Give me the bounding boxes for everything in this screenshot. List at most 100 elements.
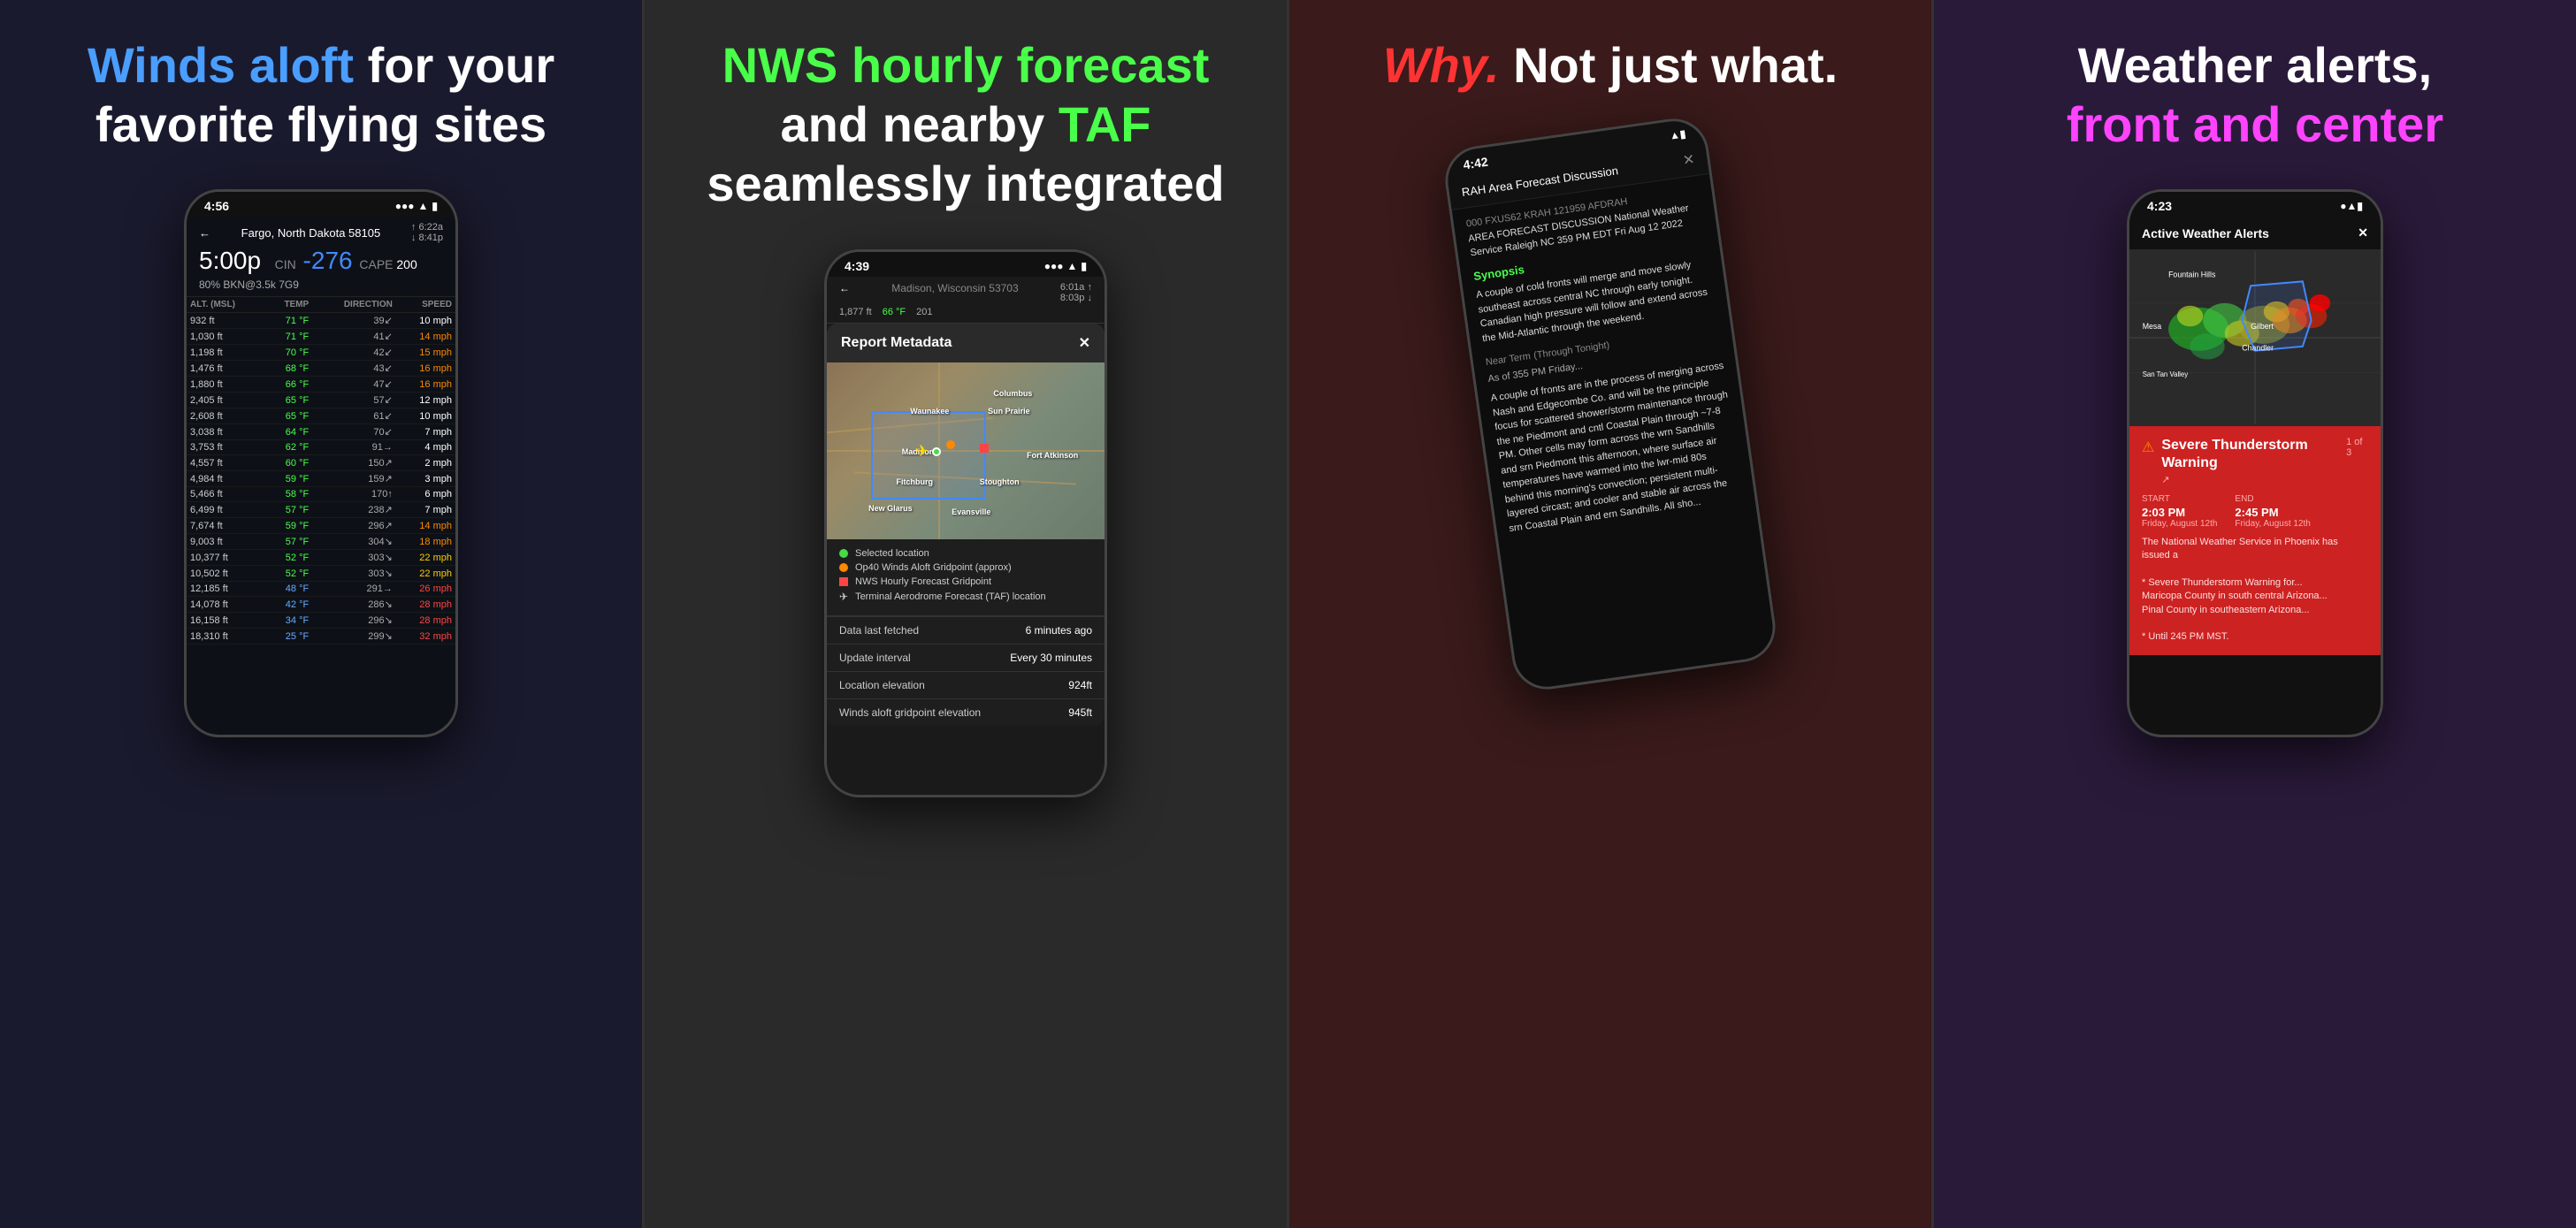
alerts-header: Active Weather Alerts ✕ <box>2129 217 2381 249</box>
panel-2-title-taf: TAF <box>1059 96 1151 152</box>
city-waunakee: Waunakee <box>910 407 949 416</box>
metadata-gridpoint-elev: Winds aloft gridpoint elevation 945ft <box>827 698 1105 726</box>
table-row: 3,753 ft 62 °F 91→ 4 mph <box>187 440 455 455</box>
alerts-title: Active Weather Alerts <box>2142 226 2269 240</box>
gridpoint-dot <box>946 440 955 449</box>
panel-1-title-highlight: Winds aloft <box>88 37 354 93</box>
table-row: 932 ft 71 °F 39↙ 10 mph <box>187 313 455 329</box>
table-row: 7,674 ft 59 °F 296↗ 14 mph <box>187 518 455 534</box>
status-time-3: 4:42 <box>1463 155 1489 172</box>
metadata-interval: Update interval Every 30 minutes <box>827 644 1105 671</box>
legend-taf: ✈ Terminal Aerodrome Forecast (TAF) loca… <box>839 591 1092 603</box>
table-row: 3,038 ft 64 °F 70↙ 7 mph <box>187 424 455 440</box>
table-row: 2,608 ft 65 °F 61↙ 10 mph <box>187 408 455 424</box>
panel-why: Why. Not just what. 4:42 ▲▮ RAH Area For… <box>1287 0 1931 1228</box>
city-fitchburg: Fitchburg <box>897 477 934 486</box>
radar-bg: Fountain Hills Mesa Gilbert Chandler San… <box>2129 249 2381 426</box>
status-time-2: 4:39 <box>845 259 869 273</box>
winds-table-container: ALT. (MSL) TEMP DIRECTION SPEED 932 ft 7… <box>187 297 455 735</box>
battery-icon: ▮ <box>432 200 438 212</box>
status-icons-4: ●▲▮ <box>2340 200 2363 212</box>
panel-3-rest: Not just what. <box>1500 37 1838 93</box>
nearterm-text: A couple of fronts are in the process of… <box>1490 359 1743 536</box>
svg-text:Gilbert: Gilbert <box>2251 323 2274 332</box>
location-bar: ← Fargo, North Dakota 58105 ↑ 6:22a ↓ 8:… <box>199 222 443 243</box>
panel-2-title-nws: NWS hourly forecast <box>722 37 1210 93</box>
table-row: 12,185 ft 48 °F 291→ 26 mph <box>187 582 455 597</box>
radar-map: Fountain Hills Mesa Gilbert Chandler San… <box>2129 249 2381 426</box>
forecast-content: 000 FXUS62 KRAH 121959 AFDRAH AREA FOREC… <box>1452 174 1757 546</box>
alert-body: The National Weather Service in Phoenix … <box>2142 536 2368 645</box>
panel-alerts: Weather alerts, front and center 4:23 ●▲… <box>1931 0 2576 1228</box>
external-link-icon[interactable]: ↗ <box>2161 475 2169 485</box>
status-icons-1: ●●● ▲ ▮ <box>395 200 438 212</box>
legend-square-nws <box>839 577 848 586</box>
panel-nws: NWS hourly forecast and nearby TAF seaml… <box>642 0 1287 1228</box>
map-bg: Columbus Waunakee Sun Prairie Madison Fo… <box>827 362 1105 539</box>
svg-text:Fountain Hills: Fountain Hills <box>2168 271 2216 279</box>
panel-2-title-integrated: seamlessly integrated <box>707 156 1224 211</box>
modal-close[interactable]: ✕ <box>1079 334 1090 352</box>
phone-mockup-3: 4:42 ▲▮ RAH Area Forecast Discussion ✕ 0… <box>1441 114 1779 694</box>
modal-title: Report Metadata <box>841 335 952 351</box>
city-sunprairie: Sun Prairie <box>988 407 1030 416</box>
col-alt: ALT. (MSL) <box>187 297 264 313</box>
signal-icon: ●●● <box>395 200 415 212</box>
table-row: 1,198 ft 70 °F 42↙ 15 mph <box>187 345 455 361</box>
table-row: 10,502 ft 52 °F 303↘ 22 mph <box>187 566 455 582</box>
alert-times: START 2:03 PM Friday, August 12th END 2:… <box>2142 494 2368 529</box>
metadata-fetched: Data last fetched 6 minutes ago <box>827 616 1105 644</box>
radar-svg: Fountain Hills Mesa Gilbert Chandler San… <box>2129 249 2381 426</box>
city-stoughton: Stoughton <box>980 477 1020 486</box>
wifi-icon: ▲ <box>418 200 429 212</box>
svg-text:San Tan Valley: San Tan Valley <box>2143 370 2189 378</box>
legend-nws: NWS Hourly Forecast Gridpoint <box>839 576 1092 587</box>
plane-marker: ✈ <box>915 442 929 461</box>
back-arrow[interactable]: ← <box>199 226 210 240</box>
legend-area: Selected location Op40 Winds Aloft Gridp… <box>827 539 1105 615</box>
metadata-elevation: Location elevation 924ft <box>827 671 1105 698</box>
table-row: 9,003 ft 57 °F 304↘ 18 mph <box>187 534 455 550</box>
panel-winds-aloft: Winds aloft for your favorite flying sit… <box>0 0 642 1228</box>
panel-3-why: Why. <box>1383 37 1500 93</box>
table-row: 2,405 ft 65 °F 57↙ 12 mph <box>187 393 455 408</box>
status-time-4: 4:23 <box>2147 199 2172 213</box>
phone-mockup-1: 4:56 ●●● ▲ ▮ ← Fargo, North Dakota 58105… <box>184 189 458 737</box>
svg-text:Mesa: Mesa <box>2143 323 2162 332</box>
city-evansville: Evansville <box>952 507 990 516</box>
col-temp: TEMP <box>264 297 312 313</box>
phone-mockup-4: 4:23 ●▲▮ Active Weather Alerts ✕ <box>2127 189 2383 737</box>
panel-1-title-rest: for your <box>354 37 554 93</box>
warning-icon: ⚠ <box>2142 439 2154 456</box>
close-forecast[interactable]: ✕ <box>1682 150 1696 170</box>
alert-title: Severe Thunderstorm Warning <box>2161 437 2346 470</box>
alert-card: ⚠ Severe Thunderstorm Warning ↗ 1 of 3 S… <box>2129 426 2381 655</box>
location-2: Madison, Wisconsin 53703 <box>891 282 1018 303</box>
modal-header: Report Metadata ✕ <box>827 324 1105 362</box>
report-modal: Report Metadata ✕ Columbus Waunakee Sun … <box>827 324 1105 726</box>
alert-badge: 1 of 3 <box>2346 437 2368 458</box>
plane-legend-icon: ✈ <box>839 591 848 603</box>
alerts-close[interactable]: ✕ <box>2358 225 2368 240</box>
table-row: 1,476 ft 68 °F 43↙ 16 mph <box>187 361 455 377</box>
winds-table: ALT. (MSL) TEMP DIRECTION SPEED 932 ft 7… <box>187 297 455 645</box>
legend-dot-selected <box>839 549 848 558</box>
panel-4-title-line1: Weather alerts, <box>2078 37 2432 93</box>
display-time: 5:00p CIN -276 CAPE 200 <box>199 247 443 275</box>
panel-4-title-highlight: front and center <box>2067 96 2443 152</box>
status-icons-3: ▲▮ <box>1669 127 1686 141</box>
alert-header-row: ⚠ Severe Thunderstorm Warning ↗ 1 of 3 <box>2142 437 2368 486</box>
table-row: 5,466 ft 58 °F 170↑ 6 mph <box>187 487 455 502</box>
city-newglarus: New Glarus <box>868 504 913 513</box>
legend-dot-gridpoint <box>839 563 848 572</box>
alert-start: START 2:03 PM Friday, August 12th <box>2142 494 2217 529</box>
sunset: ↓ 8:41p <box>411 233 443 243</box>
col-dir: DIRECTION <box>312 297 396 313</box>
city-fortatkinson: Fort Atkinson <box>1027 451 1078 460</box>
table-row: 10,377 ft 52 °F 303↘ 22 mph <box>187 550 455 566</box>
table-row: 4,557 ft 60 °F 150↗ 2 mph <box>187 455 455 471</box>
location-text: Fargo, North Dakota 58105 <box>241 226 381 240</box>
selected-location-dot <box>932 447 941 456</box>
status-bar-4: 4:23 ●▲▮ <box>2129 192 2381 217</box>
nws-square <box>980 444 989 453</box>
